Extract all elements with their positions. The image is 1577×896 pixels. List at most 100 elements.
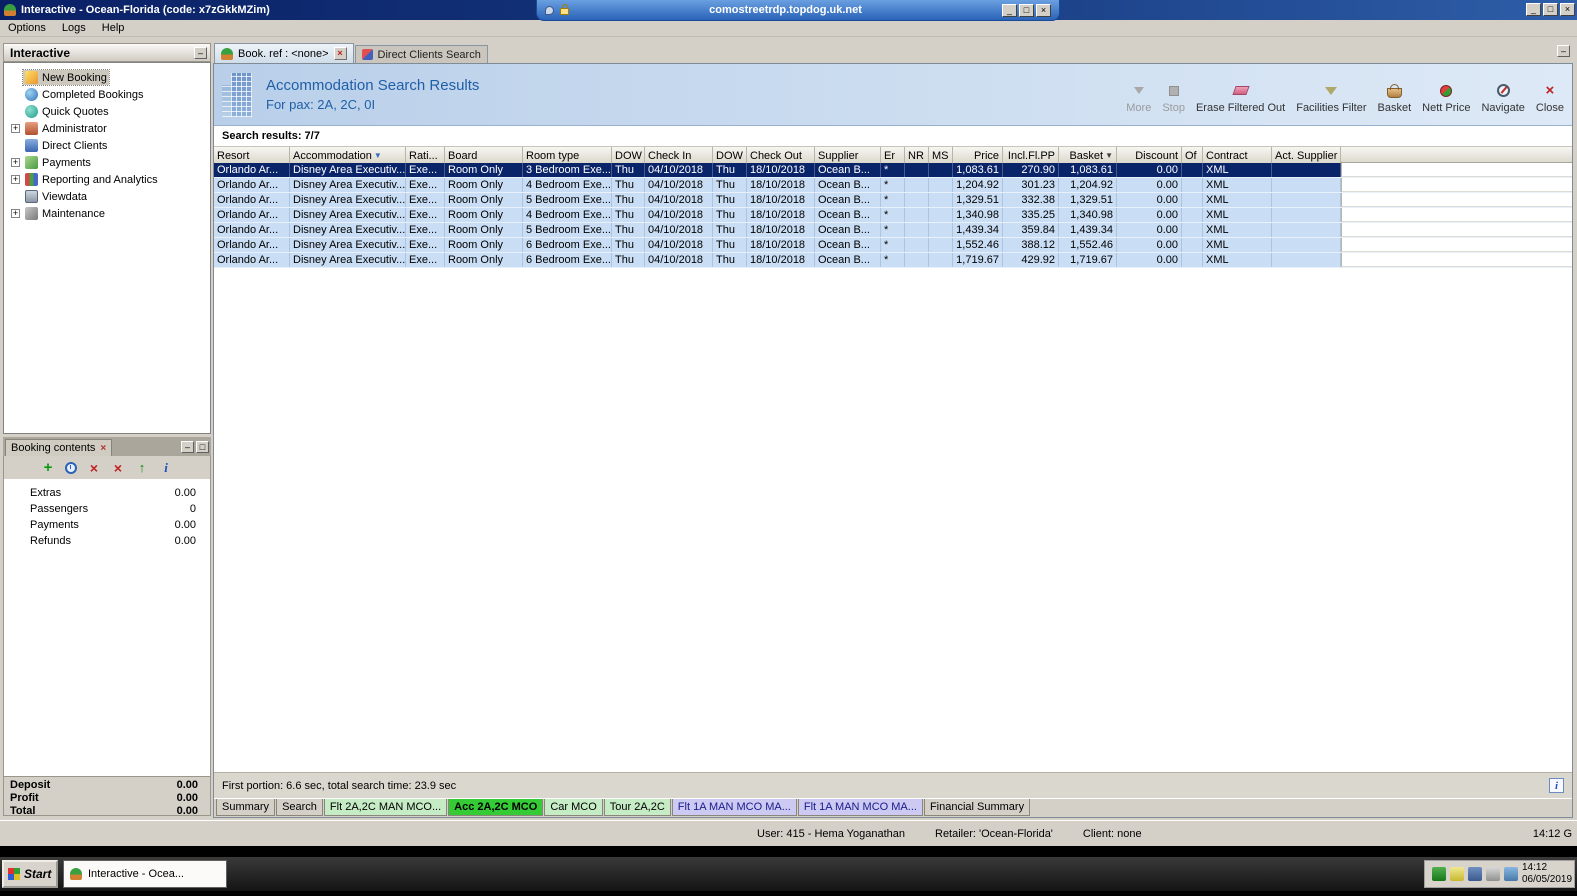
- panel-float-button[interactable]: □: [196, 440, 209, 453]
- mail-icon[interactable]: [1450, 867, 1464, 881]
- column-header-board[interactable]: Board: [445, 147, 523, 164]
- expand-icon[interactable]: +: [11, 158, 20, 167]
- cell-resort: Orlando Ar...: [214, 208, 290, 222]
- result-row[interactable]: Orlando Ar... Disney Area Executiv... Exe.…: [214, 223, 1572, 238]
- promote-icon[interactable]: [135, 461, 149, 475]
- column-header-act-supplier[interactable]: Act. Supplier: [1272, 147, 1341, 164]
- column-header-price[interactable]: Price: [953, 147, 1003, 164]
- section-tab-acc-2a-2c-mco[interactable]: Acc 2A,2C MCO: [448, 799, 544, 816]
- add-icon[interactable]: [41, 461, 55, 475]
- cell-of: [1182, 253, 1203, 267]
- column-header-dow[interactable]: DOW: [713, 147, 747, 164]
- column-header-discount[interactable]: Discount: [1117, 147, 1182, 164]
- menu-item-options[interactable]: Options: [0, 22, 54, 34]
- expand-icon[interactable]: +: [11, 124, 20, 133]
- basket-button[interactable]: Basket: [1378, 83, 1411, 114]
- result-row[interactable]: Orlando Ar... Disney Area Executiv... Exe.…: [214, 193, 1572, 208]
- column-header-supplier[interactable]: Supplier: [815, 147, 881, 164]
- result-row[interactable]: Orlando Ar... Disney Area Executiv... Exe.…: [214, 238, 1572, 253]
- remove-all-icon[interactable]: [87, 461, 101, 475]
- close-button[interactable]: Close: [1536, 83, 1564, 114]
- start-button[interactable]: Start: [2, 860, 58, 888]
- maximize-button[interactable]: □: [1543, 3, 1558, 16]
- column-header-dow[interactable]: DOW: [612, 147, 645, 164]
- network-icon[interactable]: [1468, 867, 1482, 881]
- expand-icon[interactable]: +: [11, 209, 20, 218]
- column-header-er[interactable]: Er: [881, 147, 905, 164]
- column-header-of[interactable]: Of: [1182, 147, 1203, 164]
- column-header-ms[interactable]: MS: [929, 147, 953, 164]
- menu-item-help[interactable]: Help: [94, 22, 133, 34]
- column-header-nr[interactable]: NR: [905, 147, 929, 164]
- rdp-minimize-button[interactable]: _: [1002, 3, 1017, 17]
- column-header-incl-fl-pp[interactable]: Incl.Fl.PP: [1003, 147, 1059, 164]
- filter-icon[interactable]: ▼: [374, 151, 382, 160]
- collapse-sidebar-button[interactable]: –: [194, 46, 207, 59]
- section-tab-summary[interactable]: Summary: [216, 799, 276, 816]
- column-header-contract[interactable]: Contract: [1203, 147, 1272, 164]
- section-tab-car-mco[interactable]: Car MCO: [544, 799, 603, 816]
- column-header-check-in[interactable]: Check In: [645, 147, 713, 164]
- sidebar-item-payments[interactable]: + Payments: [4, 154, 210, 171]
- sidebar-item-reporting-and-analytics[interactable]: + Reporting and Analytics: [4, 171, 210, 188]
- sidebar-item-label: Viewdata: [42, 190, 88, 203]
- info-icon[interactable]: [159, 461, 173, 475]
- cell-dow: Thu: [713, 223, 747, 237]
- header-titles: Accommodation Search Results For pax: 2A…: [266, 77, 479, 112]
- column-header-check-out[interactable]: Check Out: [747, 147, 815, 164]
- close-button[interactable]: ×: [1560, 3, 1575, 16]
- section-tab-tour-2a-2c[interactable]: Tour 2A,2C: [603, 799, 671, 816]
- menu-item-logs[interactable]: Logs: [54, 22, 94, 34]
- panel-minimize-button[interactable]: –: [181, 440, 194, 453]
- shield-icon[interactable]: [1432, 867, 1446, 881]
- volume-icon[interactable]: [1486, 867, 1500, 881]
- close-panel-icon[interactable]: ×: [100, 443, 106, 454]
- booking-contents-tab[interactable]: Booking contents ×: [5, 439, 113, 456]
- nett-price-button[interactable]: Nett Price: [1422, 83, 1470, 114]
- expand-icon[interactable]: +: [11, 175, 20, 184]
- section-tab-flt-1a-man-mco-ma[interactable]: Flt 1A MAN MCO MA...: [671, 799, 797, 816]
- rdp-restore-button[interactable]: □: [1019, 3, 1034, 17]
- sidebar-item-direct-clients[interactable]: Direct Clients: [4, 137, 210, 154]
- facilities-filter-button[interactable]: Facilities Filter: [1296, 83, 1367, 114]
- erase-filtered-out-button[interactable]: Erase Filtered Out: [1196, 83, 1285, 114]
- sidebar-item-maintenance[interactable]: + Maintenance: [4, 205, 210, 222]
- rdp-close-button[interactable]: ×: [1036, 3, 1051, 17]
- column-header-room-type[interactable]: Room type: [523, 147, 612, 164]
- sidebar-item-completed-bookings[interactable]: Completed Bookings: [4, 86, 210, 103]
- column-header-resort[interactable]: Resort: [214, 147, 290, 164]
- result-row[interactable]: Orlando Ar... Disney Area Executiv... Exe.…: [214, 208, 1572, 223]
- navigate-button[interactable]: Navigate: [1481, 83, 1525, 114]
- pin-icon[interactable]: [545, 5, 554, 15]
- app-icon: [4, 4, 16, 16]
- display-icon[interactable]: [1504, 867, 1518, 881]
- history-icon[interactable]: [65, 461, 77, 474]
- taskbar-app-button[interactable]: Interactive - Ocea...: [63, 860, 227, 888]
- minimize-button[interactable]: _: [1526, 3, 1541, 16]
- column-header-rati[interactable]: Rati...: [406, 147, 445, 164]
- column-header-accommodation[interactable]: Accommodation ▼: [290, 147, 406, 164]
- toolbar-label: Close: [1535, 101, 1564, 114]
- result-row[interactable]: Orlando Ar... Disney Area Executiv... Exe.…: [214, 163, 1572, 178]
- sidebar-item-viewdata[interactable]: Viewdata: [4, 188, 210, 205]
- section-tab-financial-summary[interactable]: Financial Summary: [923, 799, 1031, 816]
- tab-book-ref-none[interactable]: Book. ref : <none> ×: [214, 43, 354, 63]
- panel-collapse-button[interactable]: –: [1557, 45, 1570, 57]
- info-icon[interactable]: i: [1549, 778, 1564, 793]
- delete-icon[interactable]: [111, 461, 125, 475]
- section-tab-flt-1a-man-mco-ma[interactable]: Flt 1A MAN MCO MA...: [797, 799, 923, 816]
- rdp-connection-bar[interactable]: comostreetrdp.topdog.uk.net _ □ ×: [536, 0, 1060, 21]
- column-header-basket[interactable]: Basket ▼: [1059, 147, 1117, 164]
- section-tab-flt-2a-2c-man-mco[interactable]: Flt 2A,2C MAN MCO...: [323, 799, 448, 816]
- tab-close-icon[interactable]: ×: [333, 47, 347, 60]
- sidebar-item-administrator[interactable]: + Administrator: [4, 120, 210, 137]
- result-row[interactable]: Orlando Ar... Disney Area Executiv... Exe.…: [214, 253, 1572, 268]
- result-row[interactable]: Orlando Ar... Disney Area Executiv... Exe.…: [214, 178, 1572, 193]
- cell-er: *: [881, 238, 905, 252]
- tab-direct-clients-search[interactable]: Direct Clients Search: [354, 45, 488, 63]
- sidebar-item-new-booking[interactable]: New Booking: [4, 69, 210, 86]
- section-tab-search[interactable]: Search: [276, 799, 323, 816]
- cell-resort: Orlando Ar...: [214, 163, 290, 177]
- sidebar-item-quick-quotes[interactable]: Quick Quotes: [4, 103, 210, 120]
- column-label: Accommodation: [293, 149, 372, 162]
